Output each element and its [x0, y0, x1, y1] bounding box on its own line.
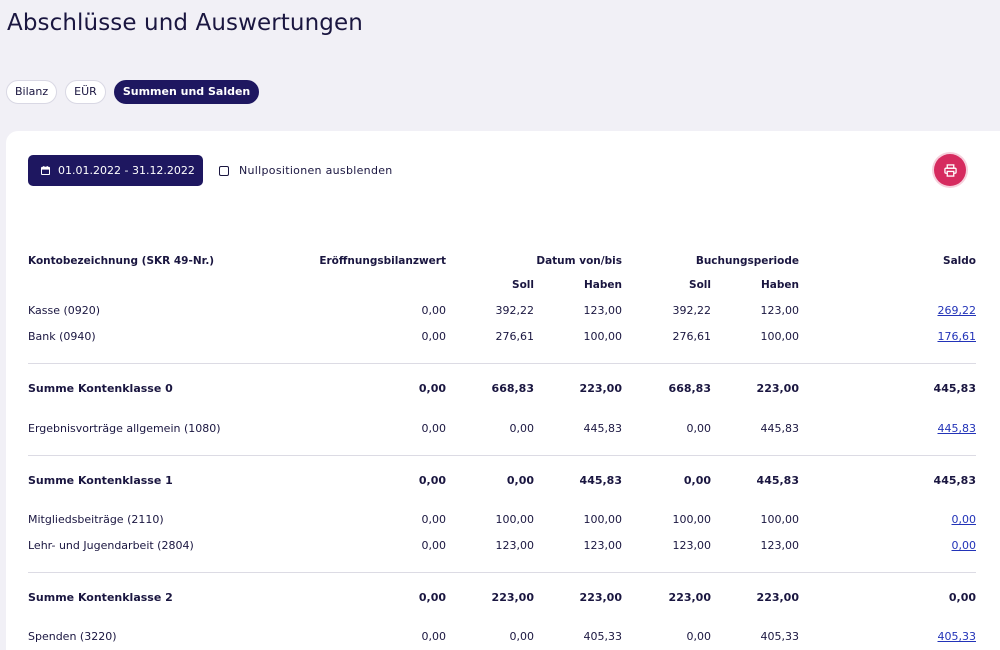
date-credit-value: 223,00 — [579, 591, 622, 604]
period-credit-value: 123,00 — [760, 539, 800, 552]
period-credit-value: 445,83 — [760, 422, 800, 435]
date-debit-value: 276,61 — [495, 330, 535, 343]
section-divider — [28, 455, 976, 456]
date-credit-value: 100,00 — [583, 330, 623, 343]
date-debit-value: 0,00 — [506, 474, 534, 487]
date-range-button[interactable]: 01.01.2022 - 31.12.2022 — [28, 155, 203, 186]
period-debit-value: 123,00 — [672, 539, 712, 552]
date-credit-value: 100,00 — [583, 513, 623, 526]
account-name: Lehr- und Jugendarbeit (2804) — [28, 539, 194, 552]
account-name: Summe Kontenklasse 0 — [28, 382, 173, 395]
date-credit-value: 123,00 — [583, 304, 623, 317]
account-name: Kasse (0920) — [28, 304, 101, 317]
date-credit-value: 123,00 — [583, 539, 623, 552]
balance-value: 269,22 — [876, 304, 977, 317]
header-date-range: Datum von/bis — [536, 255, 622, 267]
report-card: 01.01.2022 - 31.12.2022 Nullpositionen a… — [6, 131, 1000, 650]
account-name: Summe Kontenklasse 2 — [28, 591, 173, 604]
date-debit-value: 123,00 — [495, 539, 535, 552]
account-name: Ergebnisvorträge allgemein (1080) — [28, 422, 221, 435]
tab-eur[interactable]: EÜR — [65, 80, 106, 104]
hide-zero-checkbox[interactable] — [219, 165, 229, 176]
date-credit-value: 223,00 — [579, 382, 622, 395]
period-debit-value: 668,83 — [668, 382, 711, 395]
balance-link[interactable]: 0,00 — [952, 539, 977, 552]
date-debit-value: 100,00 — [495, 513, 535, 526]
header-opening: Eröffnungsbilanzwert — [319, 255, 446, 267]
balance-link[interactable]: 176,61 — [938, 330, 977, 343]
balance-value: 445,83 — [876, 422, 977, 435]
opening-value: 0,00 — [421, 330, 447, 343]
date-debit-value: 0,00 — [509, 630, 535, 643]
printer-icon — [943, 163, 957, 177]
period-debit-value: 100,00 — [672, 513, 712, 526]
date-credit-value: 445,83 — [583, 422, 623, 435]
date-credit-value: 445,83 — [579, 474, 622, 487]
period-debit-value: 392,22 — [672, 304, 712, 317]
balance-value: 0,00 — [876, 539, 977, 552]
account-name: Summe Kontenklasse 1 — [28, 474, 173, 487]
date-credit-value: 405,33 — [583, 630, 623, 643]
tab-summen-und-salden[interactable]: Summen und Salden — [113, 80, 260, 104]
date-debit-value: 223,00 — [491, 591, 534, 604]
period-debit-value: 0,00 — [686, 422, 712, 435]
opening-value: 0,00 — [421, 513, 447, 526]
opening-value: 0,00 — [421, 630, 447, 643]
period-credit-value: 123,00 — [760, 304, 800, 317]
period-debit-value: 0,00 — [686, 630, 712, 643]
page-title: Abschlüsse und Auswertungen — [7, 10, 363, 36]
period-credit-value: 100,00 — [760, 513, 800, 526]
hide-zero-label: Nullpositionen ausblenden — [239, 164, 393, 177]
period-credit-value: 223,00 — [756, 382, 799, 395]
opening-value: 0,00 — [421, 304, 447, 317]
opening-value: 0,00 — [421, 539, 447, 552]
view-tabs: Bilanz EÜR Summen und Salden — [6, 80, 260, 104]
tab-bilanz[interactable]: Bilanz — [6, 80, 58, 104]
period-credit-value: 223,00 — [756, 591, 799, 604]
balance-value: 176,61 — [876, 330, 977, 343]
header-period: Buchungsperiode — [695, 255, 799, 267]
period-credit-value: 445,83 — [756, 474, 799, 487]
print-button[interactable] — [934, 154, 966, 186]
account-name: Bank (0940) — [28, 330, 96, 343]
account-name: Spenden (3220) — [28, 630, 117, 643]
header-balance: Saldo — [943, 255, 976, 267]
balance-link[interactable]: 405,33 — [938, 630, 977, 643]
balance-value: 405,33 — [876, 630, 977, 643]
period-debit-value: 0,00 — [683, 474, 711, 487]
opening-value: 0,00 — [418, 382, 446, 395]
date-range-label: 01.01.2022 - 31.12.2022 — [58, 164, 195, 177]
balance-link[interactable]: 269,22 — [938, 304, 977, 317]
date-debit-value: 392,22 — [495, 304, 535, 317]
balance-value: 445,83 — [933, 382, 976, 395]
opening-value: 0,00 — [418, 591, 446, 604]
period-credit-value: 100,00 — [760, 330, 800, 343]
header-date-credit: Haben — [584, 279, 622, 291]
date-debit-value: 0,00 — [509, 422, 535, 435]
period-debit-value: 276,61 — [672, 330, 712, 343]
opening-value: 0,00 — [421, 422, 447, 435]
balance-link[interactable]: 0,00 — [952, 513, 977, 526]
balance-value: 445,83 — [933, 474, 976, 487]
header-date-debit: Soll — [512, 279, 534, 291]
section-divider — [28, 363, 976, 364]
header-account: Kontobezeichnung (SKR 49-Nr.) — [28, 255, 215, 267]
hide-zero-toggle: Nullpositionen ausblenden — [219, 164, 393, 177]
opening-value: 0,00 — [418, 474, 446, 487]
balance-value: 0,00 — [948, 591, 976, 604]
period-debit-value: 223,00 — [668, 591, 711, 604]
account-name: Mitgliedsbeiträge (2110) — [28, 513, 164, 526]
balance-value: 0,00 — [876, 513, 977, 526]
section-divider — [28, 572, 976, 573]
period-credit-value: 405,33 — [760, 630, 800, 643]
date-debit-value: 668,83 — [491, 382, 534, 395]
balance-link[interactable]: 445,83 — [938, 422, 977, 435]
header-period-credit: Haben — [761, 279, 799, 291]
calendar-icon — [41, 166, 50, 175]
header-period-debit: Soll — [689, 279, 711, 291]
